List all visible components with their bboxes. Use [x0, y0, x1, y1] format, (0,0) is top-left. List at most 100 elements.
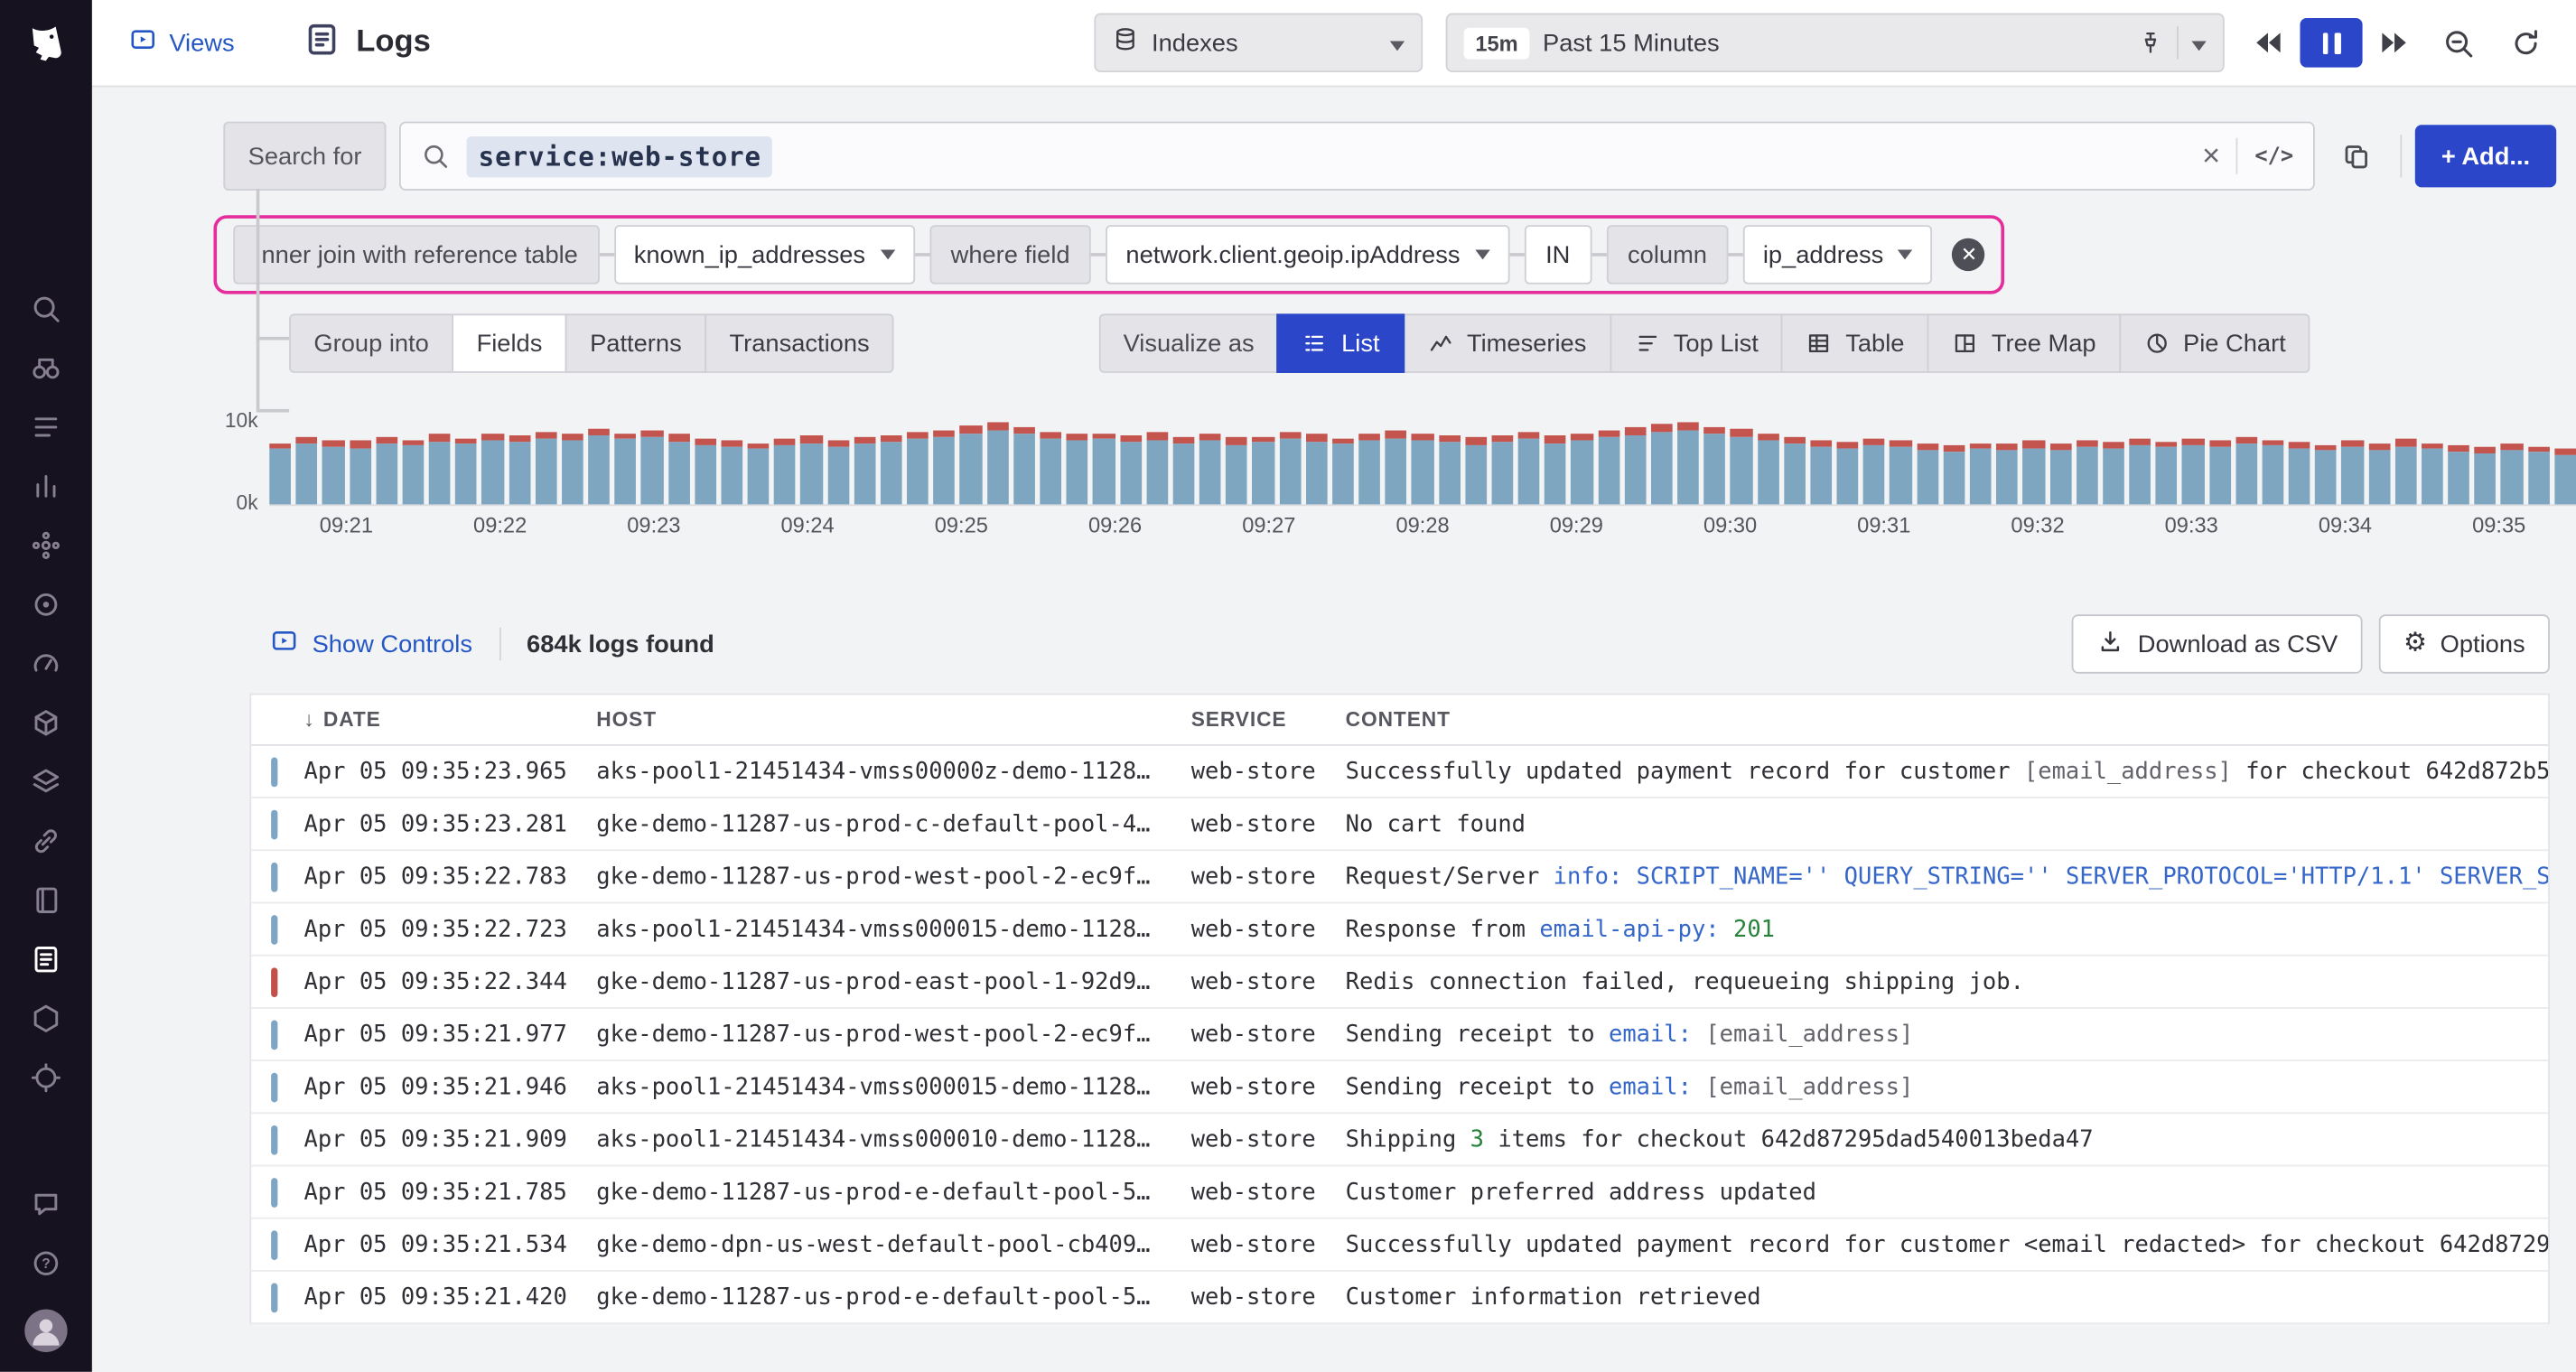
- histogram-bar[interactable]: [721, 440, 742, 504]
- histogram-bar[interactable]: [854, 437, 875, 505]
- histogram-bar[interactable]: [1731, 429, 1752, 505]
- metrics-icon[interactable]: [18, 457, 74, 516]
- histogram-bar[interactable]: [1970, 443, 1992, 504]
- histogram-bar[interactable]: [2209, 440, 2231, 504]
- chat-icon[interactable]: [18, 1175, 74, 1234]
- histogram-bar[interactable]: [2528, 446, 2550, 505]
- histogram-bar[interactable]: [1412, 434, 1433, 504]
- remove-join-button[interactable]: ✕: [1953, 238, 1985, 271]
- show-controls-button[interactable]: Show Controls: [269, 626, 472, 662]
- tab-fields[interactable]: Fields: [452, 313, 566, 372]
- column-header-date[interactable]: ↓DATE: [303, 708, 580, 731]
- code-view-button[interactable]: </>: [2254, 144, 2293, 168]
- column-header-service[interactable]: SERVICE: [1191, 708, 1326, 731]
- histogram-bar[interactable]: [1996, 443, 2018, 504]
- histogram-bar[interactable]: [641, 431, 663, 505]
- table-row[interactable]: Apr 05 09:35:22.344gke-demo-11287-us-pro…: [251, 957, 2548, 1009]
- histogram-bar[interactable]: [2289, 441, 2310, 504]
- tab-transactions[interactable]: Transactions: [705, 313, 894, 372]
- histogram-bar[interactable]: [1810, 440, 1832, 504]
- histogram-bar[interactable]: [1943, 444, 1965, 504]
- histogram-bar[interactable]: [2368, 443, 2390, 504]
- viz-option-pie-chart[interactable]: Pie Chart: [2119, 313, 2310, 372]
- histogram-bar[interactable]: [1598, 431, 1619, 505]
- table-row[interactable]: Apr 05 09:35:21.946aks-pool1-21451434-vm…: [251, 1061, 2548, 1114]
- column-select[interactable]: ip_address: [1743, 225, 1933, 284]
- histogram-bar[interactable]: [1358, 434, 1380, 504]
- table-row[interactable]: Apr 05 09:35:22.723aks-pool1-21451434-vm…: [251, 903, 2548, 956]
- histogram-bar[interactable]: [881, 435, 902, 504]
- histogram-bar[interactable]: [2395, 439, 2417, 505]
- indexes-dropdown[interactable]: Indexes: [1094, 14, 1423, 72]
- viz-option-list[interactable]: List: [1277, 313, 1405, 372]
- apm-icon[interactable]: [18, 516, 74, 574]
- histogram-bar[interactable]: [2501, 443, 2523, 504]
- histogram-bar[interactable]: [1013, 426, 1035, 504]
- histogram-bar[interactable]: [296, 437, 318, 505]
- histogram-bar[interactable]: [827, 440, 849, 504]
- search-icon[interactable]: [18, 279, 74, 338]
- time-chevron-down-icon[interactable]: [2191, 29, 2206, 57]
- rewind-icon[interactable]: [2251, 26, 2283, 59]
- field-select[interactable]: network.client.geoip.ipAddress: [1106, 225, 1509, 284]
- histogram-bar[interactable]: [1332, 438, 1354, 505]
- search-input[interactable]: service:web-store × </>: [399, 122, 2314, 191]
- histogram-bar[interactable]: [1917, 443, 1938, 504]
- viz-option-table[interactable]: Table: [1781, 313, 1928, 372]
- histogram-bar[interactable]: [269, 443, 291, 504]
- viz-option-timeseries[interactable]: Timeseries: [1403, 313, 1611, 372]
- table-row[interactable]: Apr 05 09:35:21.977gke-demo-11287-us-pro…: [251, 1009, 2548, 1061]
- histogram-bar[interactable]: [1651, 423, 1673, 504]
- pause-button[interactable]: [2300, 18, 2362, 68]
- histogram-bar[interactable]: [2129, 439, 2151, 505]
- pin-icon[interactable]: [2137, 30, 2163, 56]
- viz-option-tree-map[interactable]: Tree Map: [1927, 313, 2121, 372]
- notebooks-icon[interactable]: [18, 871, 74, 929]
- table-row[interactable]: Apr 05 09:35:23.281gke-demo-11287-us-pro…: [251, 798, 2548, 851]
- histogram-bar[interactable]: [1465, 437, 1487, 505]
- histogram-bar[interactable]: [2023, 440, 2045, 504]
- time-range-selector[interactable]: 15m Past 15 Minutes: [1446, 14, 2225, 72]
- histogram-bar[interactable]: [535, 432, 556, 504]
- table-row[interactable]: Apr 05 09:35:21.534gke-demo-dpn-us-west-…: [251, 1219, 2548, 1272]
- table-row[interactable]: Apr 05 09:35:21.785gke-demo-11287-us-pro…: [251, 1166, 2548, 1218]
- histogram-bar[interactable]: [934, 430, 956, 505]
- histogram-bar[interactable]: [482, 433, 504, 504]
- add-button[interactable]: + Add...: [2415, 125, 2556, 187]
- log-stream-icon[interactable]: [18, 397, 74, 456]
- tab-patterns[interactable]: Patterns: [565, 313, 706, 372]
- histogram-bar[interactable]: [801, 435, 823, 504]
- histogram-bar[interactable]: [1439, 435, 1461, 504]
- histogram-bar[interactable]: [1386, 431, 1407, 505]
- views-button[interactable]: Views: [128, 24, 235, 61]
- histogram-bar[interactable]: [1172, 437, 1194, 505]
- datadog-logo[interactable]: [18, 16, 74, 72]
- histogram-bar[interactable]: [987, 422, 1009, 505]
- histogram-bar[interactable]: [1704, 426, 1726, 504]
- histogram-bar[interactable]: [1863, 439, 1885, 505]
- histogram-bar[interactable]: [1491, 435, 1513, 504]
- histogram-bar[interactable]: [588, 428, 610, 505]
- histogram-bar[interactable]: [960, 425, 982, 504]
- histogram-bar[interactable]: [322, 440, 344, 504]
- histogram-bar[interactable]: [774, 439, 796, 505]
- histogram-bar[interactable]: [2235, 436, 2257, 504]
- histogram-bar[interactable]: [455, 438, 477, 505]
- histogram-bar[interactable]: [695, 439, 716, 505]
- user-avatar[interactable]: [24, 1310, 67, 1352]
- zoom-out-icon[interactable]: [2441, 25, 2476, 60]
- download-csv-button[interactable]: Download as CSV: [2072, 614, 2362, 673]
- security-icon[interactable]: [18, 989, 74, 1048]
- histogram-bar[interactable]: [1890, 440, 1912, 504]
- histogram-bar[interactable]: [562, 434, 583, 504]
- histogram-bar[interactable]: [2342, 440, 2364, 504]
- histogram-bar[interactable]: [668, 434, 690, 504]
- histogram-bar[interactable]: [2182, 438, 2204, 505]
- histogram-bar[interactable]: [615, 433, 637, 504]
- histogram-bar[interactable]: [1199, 434, 1221, 504]
- serverless-icon[interactable]: [18, 752, 74, 811]
- integrations-icon[interactable]: [18, 812, 74, 871]
- histogram-bar[interactable]: [2315, 444, 2337, 504]
- histogram-bar[interactable]: [2422, 443, 2443, 504]
- options-button[interactable]: ⚙ Options: [2379, 614, 2550, 673]
